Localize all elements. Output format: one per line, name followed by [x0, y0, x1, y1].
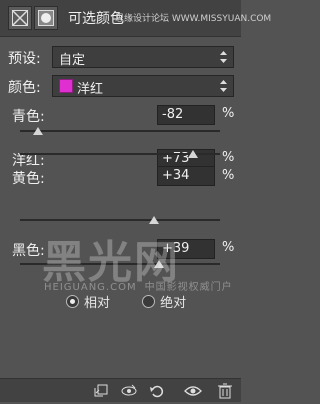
- colors-value: 洋红: [77, 82, 104, 97]
- dropdown-arrows-icon: [220, 51, 227, 63]
- header-watermark: 思缘设计论坛 WWW.MISSYUAN.COM: [115, 14, 272, 24]
- yellow-input[interactable]: +34: [157, 166, 215, 186]
- panel-header: 可选颜色 思缘设计论坛 WWW.MISSYUAN.COM: [0, 0, 271, 37]
- yellow-slider-track[interactable]: [20, 219, 220, 221]
- relative-radio[interactable]: [66, 295, 79, 308]
- cyan-input[interactable]: -82: [157, 105, 215, 125]
- trash-icon[interactable]: [216, 382, 234, 400]
- dropdown-arrows-icon: [220, 80, 227, 92]
- cyan-value: -82: [162, 107, 184, 122]
- absolute-label: 绝对: [160, 296, 187, 311]
- visibility-cycle-icon[interactable]: [120, 382, 138, 400]
- yellow-label: 黄色:: [12, 171, 45, 187]
- preset-select[interactable]: 自定: [52, 46, 234, 68]
- magenta-slider-thumb[interactable]: [188, 150, 198, 158]
- colors-select[interactable]: 洋红: [52, 75, 234, 97]
- reset-icon[interactable]: [148, 382, 166, 400]
- black-unit: %: [222, 240, 235, 255]
- cyan-label: 青色:: [12, 109, 45, 125]
- watermark-caption: HEIGUANG.COM 中国影视权威门户: [44, 278, 233, 293]
- method-radio-group: 相对 绝对: [66, 292, 214, 311]
- magenta-unit: %: [222, 150, 235, 165]
- clip-to-layer-icon[interactable]: [92, 382, 110, 400]
- black-label: 黑色:: [12, 243, 45, 259]
- color-swatch: [59, 79, 73, 93]
- relative-label: 相对: [84, 296, 111, 311]
- eye-icon[interactable]: [184, 382, 202, 400]
- preset-value: 自定: [59, 53, 86, 68]
- yellow-unit: %: [222, 168, 235, 183]
- absolute-radio[interactable]: [142, 295, 156, 308]
- panel-footer: [0, 378, 241, 402]
- cyan-slider-track[interactable]: [20, 130, 220, 132]
- colors-label: 颜色:: [8, 80, 41, 96]
- cyan-slider-thumb[interactable]: [33, 127, 43, 135]
- cyan-unit: %: [222, 106, 235, 121]
- yellow-value: +34: [162, 168, 190, 183]
- preset-label: 预设:: [8, 51, 41, 67]
- mask-icon[interactable]: [34, 6, 58, 30]
- yellow-slider-thumb[interactable]: [149, 216, 159, 224]
- adjustment-icon[interactable]: [8, 6, 32, 30]
